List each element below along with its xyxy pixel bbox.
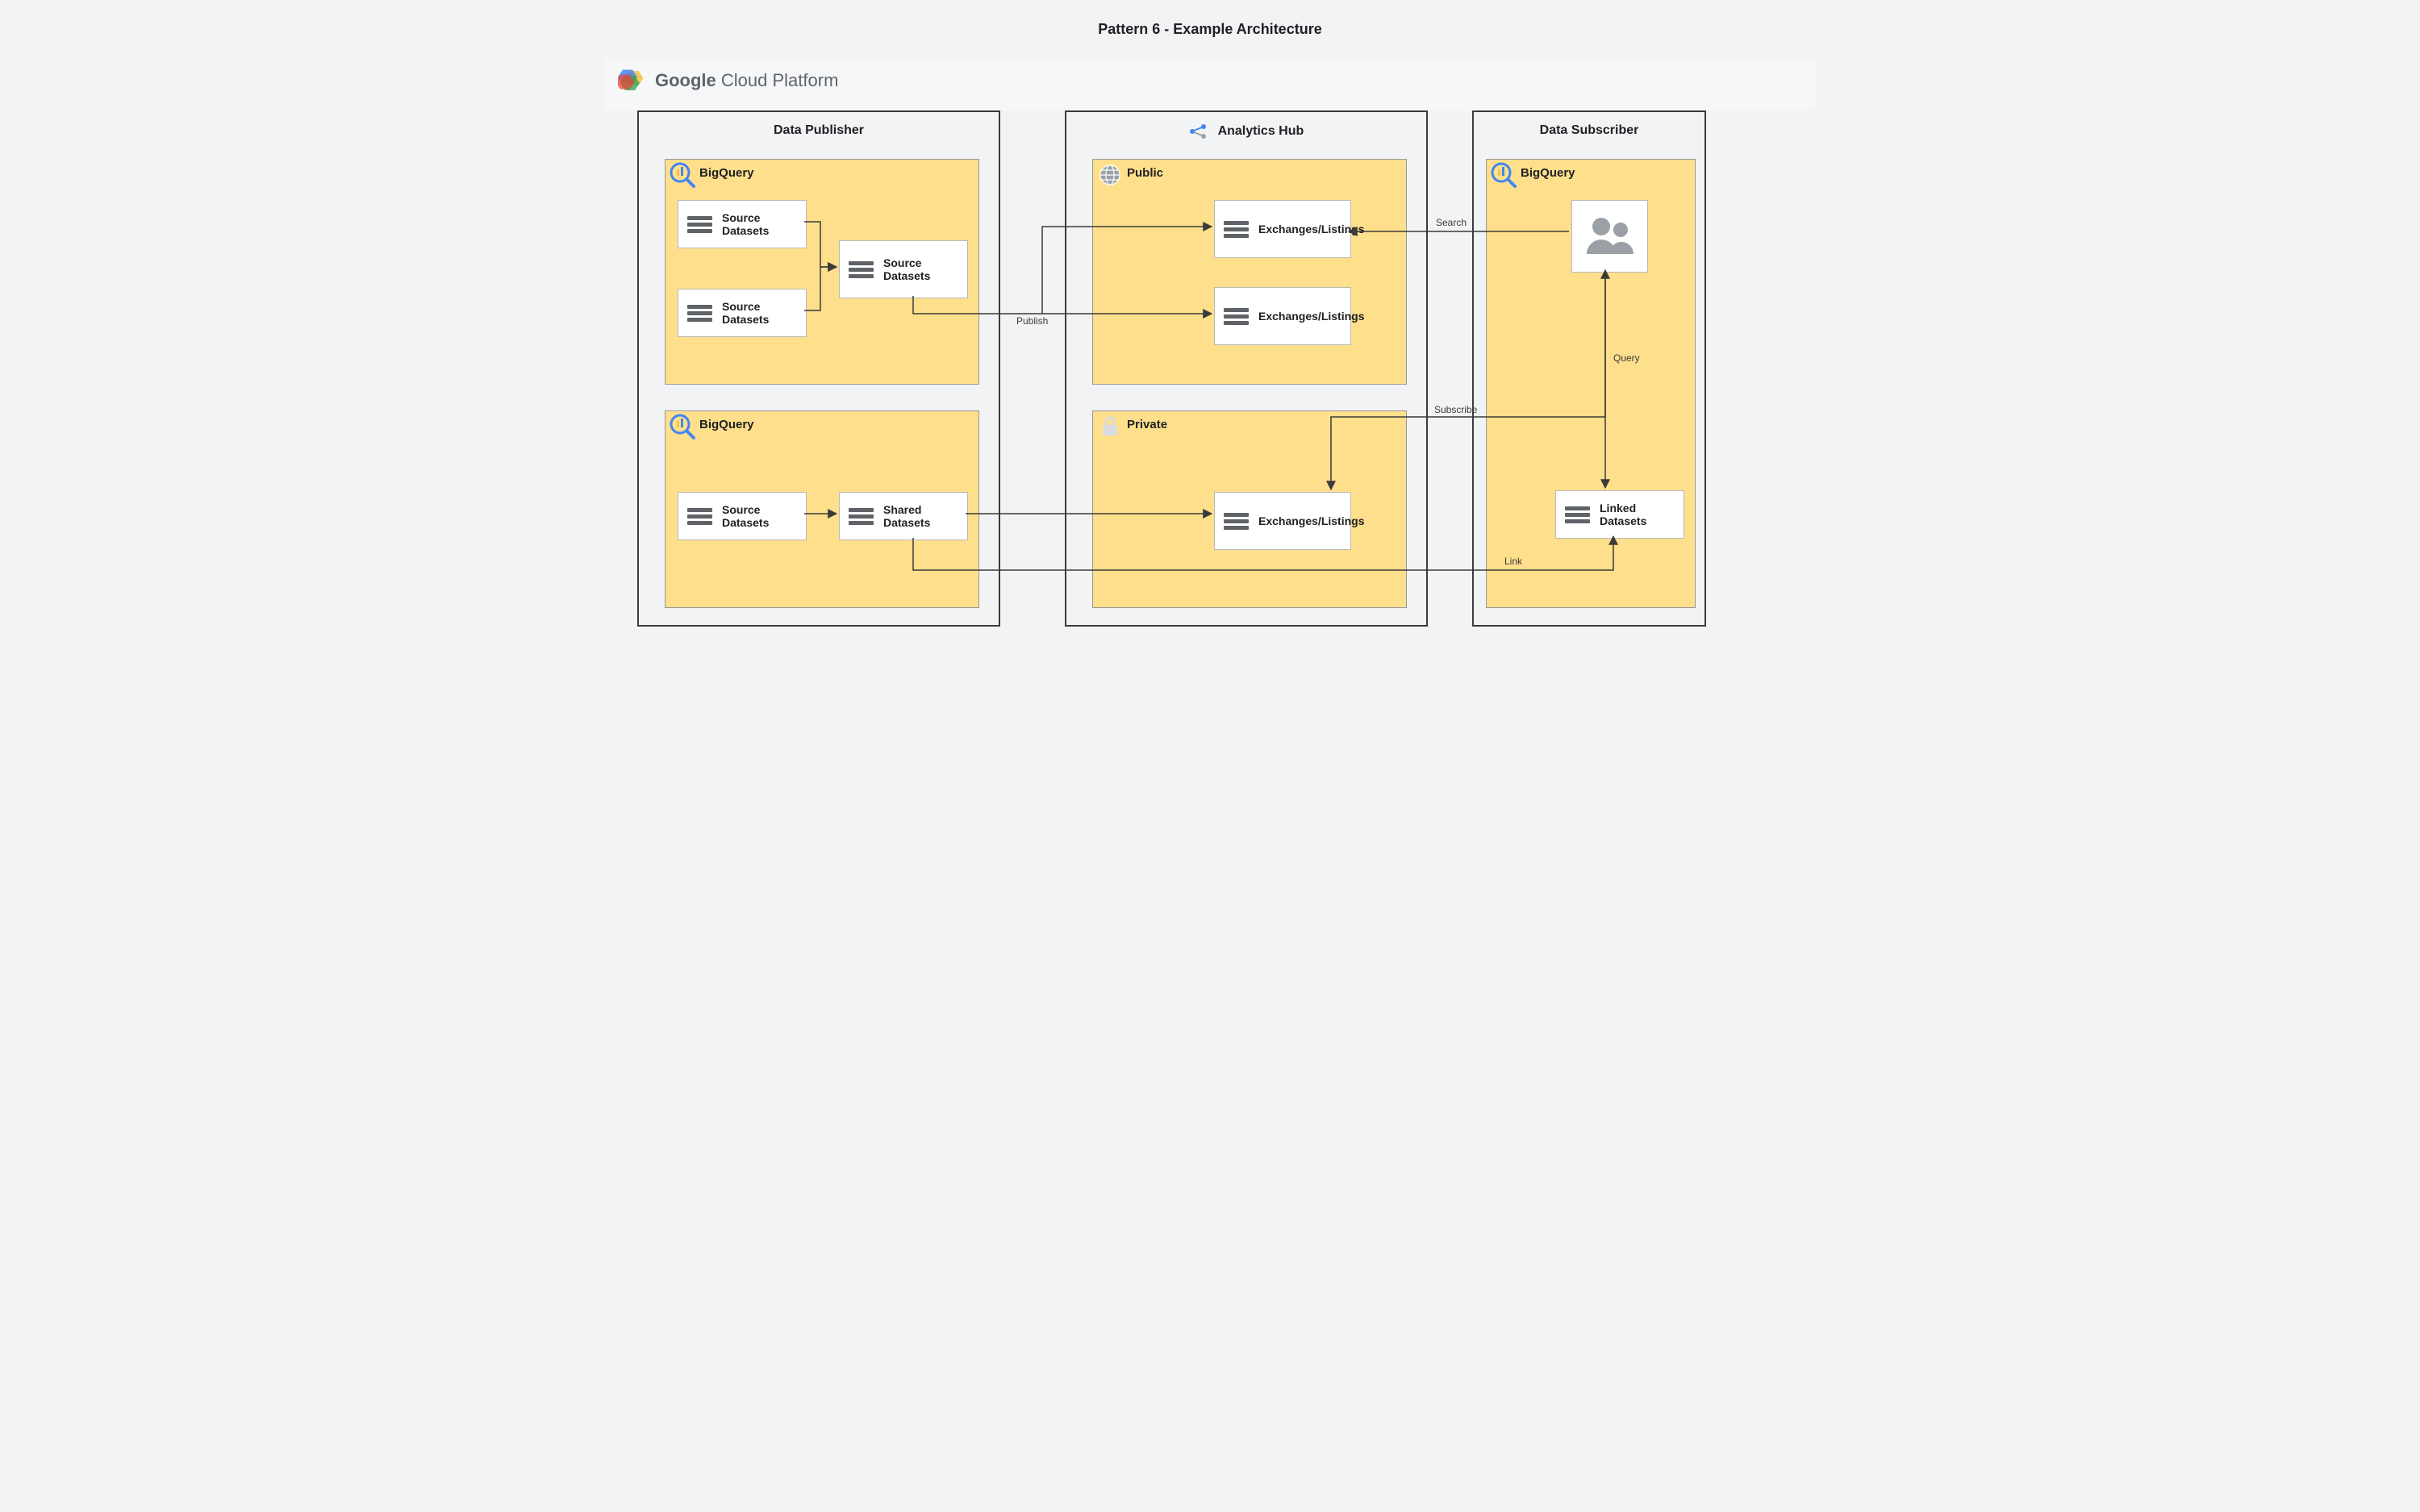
database-icon <box>1225 513 1249 530</box>
database-icon <box>849 508 874 525</box>
card-source-datasets-1: Source Datasets <box>678 200 807 248</box>
database-icon <box>1566 506 1590 523</box>
frame-publisher-title: Data Publisher <box>639 112 999 138</box>
frame-subscriber-title: Data Subscriber <box>1474 112 1704 138</box>
panel-bigquery-3-label: BigQuery <box>1521 166 1575 180</box>
card-shared-datasets: Shared Datasets <box>839 492 968 540</box>
users-icon <box>1582 212 1638 260</box>
panel-bigquery-1: BigQuery Source Datasets Source Datasets… <box>665 159 979 385</box>
panel-private: Private Exchanges/Listings <box>1092 410 1407 608</box>
database-icon <box>688 508 712 525</box>
card-source-datasets-merged: Source Datasets <box>839 240 968 298</box>
card-exchanges-1: Exchanges/Listings <box>1214 200 1351 258</box>
bigquery-icon <box>669 161 696 189</box>
edge-label-subscribe: Subscribe <box>1434 404 1477 415</box>
database-icon <box>688 305 712 322</box>
lock-icon <box>1098 414 1122 439</box>
frame-publisher: Data Publisher BigQuery Source Datasets … <box>637 110 1000 627</box>
card-source-datasets-3: Source Datasets <box>678 492 807 540</box>
users-icon-box <box>1571 200 1648 273</box>
edge-label-link: Link <box>1504 556 1522 567</box>
frame-hub-title: Analytics Hub <box>1066 112 1426 140</box>
database-icon <box>1225 308 1249 325</box>
database-icon <box>688 216 712 233</box>
bigquery-icon <box>669 413 696 440</box>
panel-public: Public Exchanges/Listings Exchanges/List… <box>1092 159 1407 385</box>
panel-bigquery-2-label: BigQuery <box>699 418 754 431</box>
frame-subscriber: Data Subscriber BigQuery <box>1472 110 1706 627</box>
edge-label-query: Query <box>1613 352 1640 364</box>
brand-text: Google Cloud Platform <box>655 70 838 91</box>
card-linked-datasets: Linked Datasets <box>1555 490 1684 539</box>
card-source-datasets-2: Source Datasets <box>678 289 807 337</box>
panel-bigquery-3: BigQuery Linked Datasets <box>1486 159 1696 608</box>
database-icon <box>849 261 874 278</box>
edge-label-search: Search <box>1436 217 1467 228</box>
panel-bigquery-1-label: BigQuery <box>699 166 754 180</box>
frame-hub: Analytics Hub Public Exchanges/Listings <box>1065 110 1428 627</box>
edge-label-publish: Publish <box>1016 315 1048 327</box>
bigquery-icon <box>1490 161 1517 189</box>
panel-bigquery-2: BigQuery Source Datasets Shared Datasets <box>665 410 979 608</box>
database-icon <box>1225 221 1249 238</box>
globe-icon <box>1098 163 1122 187</box>
page-title: Pattern 6 - Example Architecture <box>605 0 1815 59</box>
brand-row: Google Cloud Platform <box>605 59 1815 110</box>
gcp-logo-icon <box>618 69 647 93</box>
card-exchanges-3: Exchanges/Listings <box>1214 492 1351 550</box>
share-icon <box>1189 123 1208 140</box>
card-exchanges-2: Exchanges/Listings <box>1214 287 1351 345</box>
panel-public-label: Public <box>1127 166 1163 180</box>
panel-private-label: Private <box>1127 418 1167 431</box>
diagram-canvas: Data Publisher BigQuery Source Datasets … <box>621 110 1799 731</box>
